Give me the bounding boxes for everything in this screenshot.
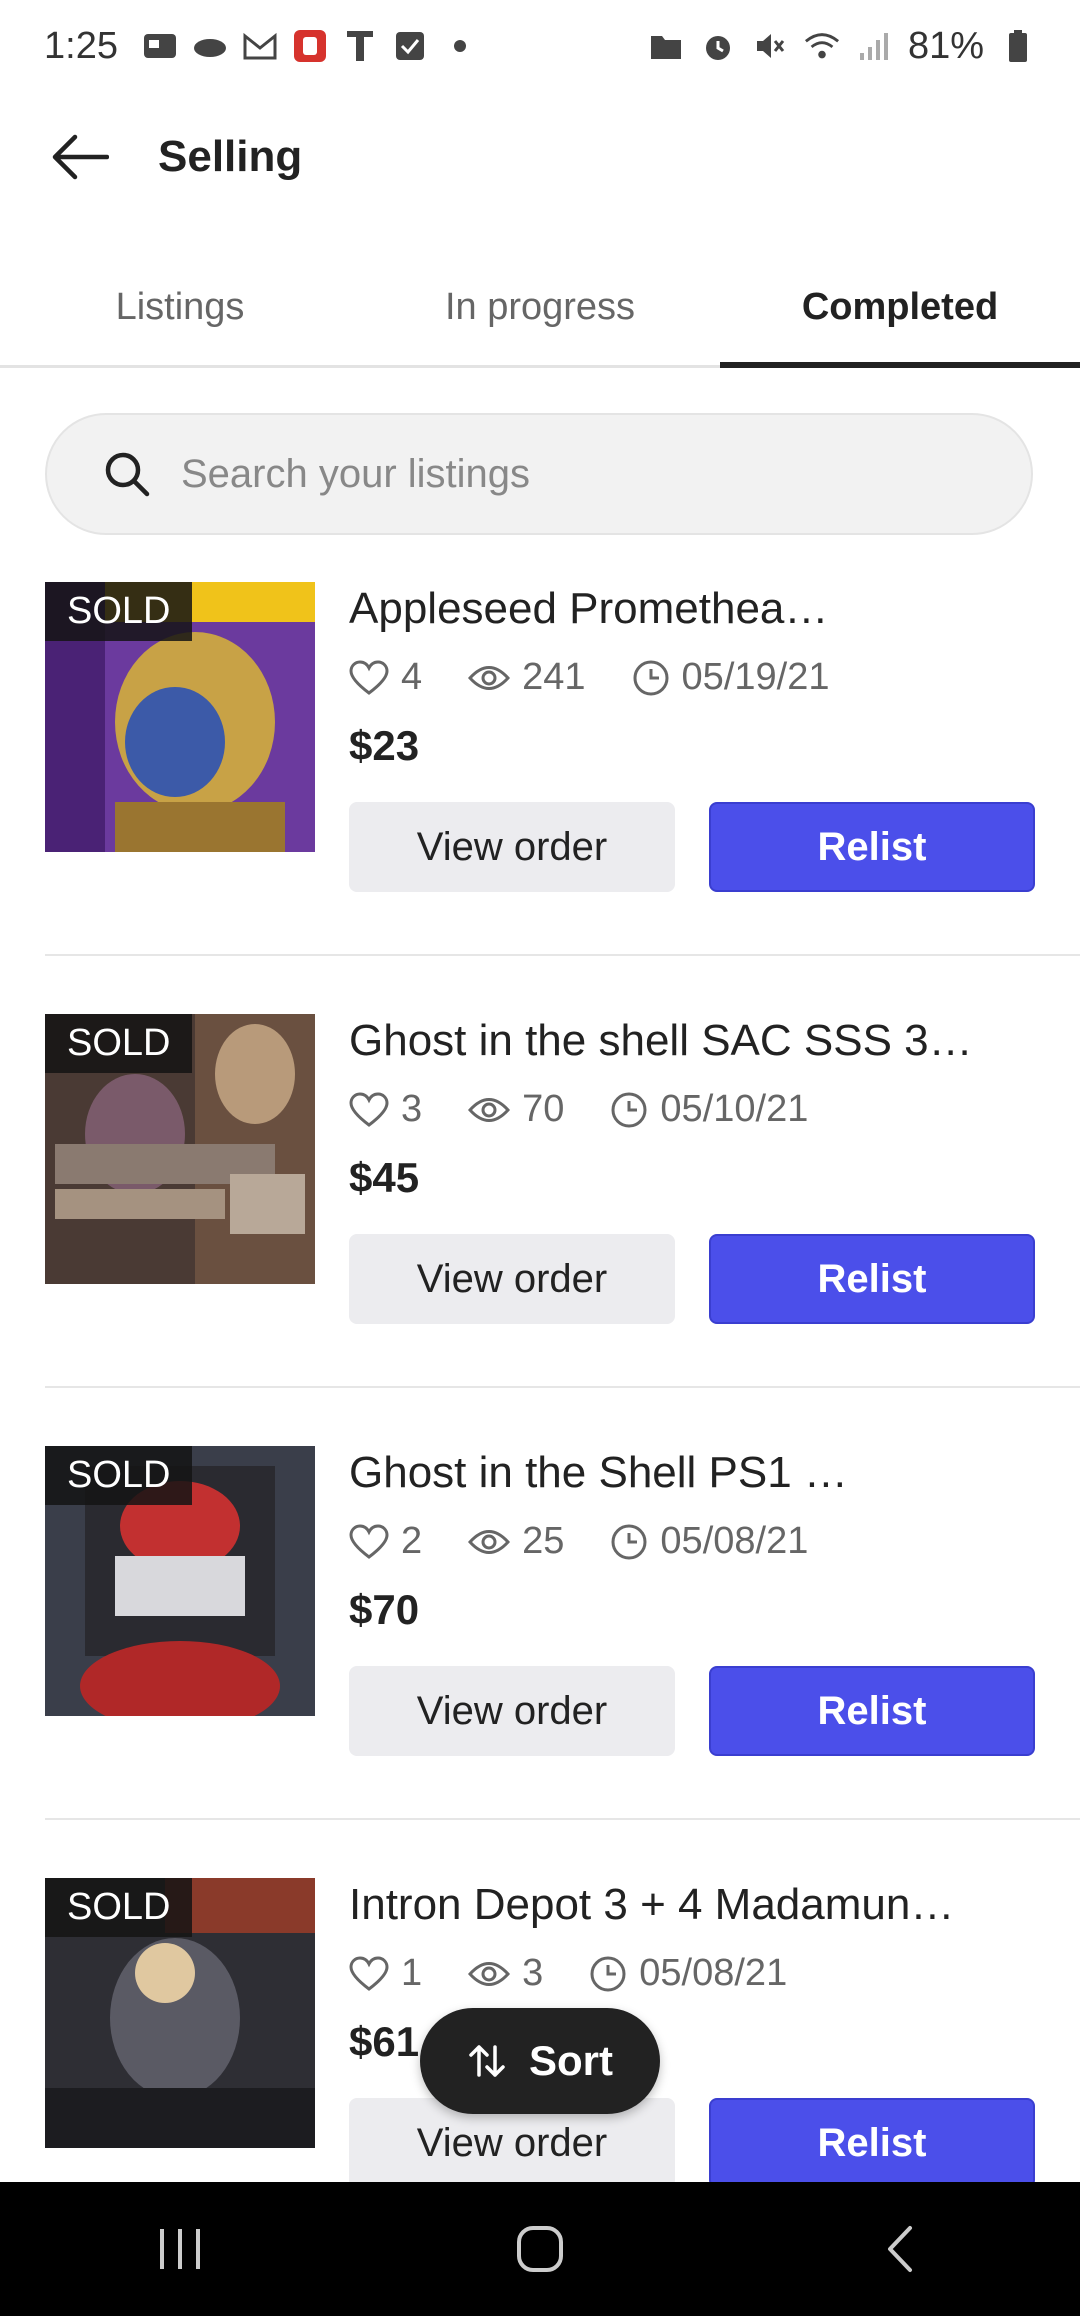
- search-icon: [105, 452, 150, 497]
- listing-date: 05/08/21: [660, 1520, 809, 1562]
- listing-price: $61: [349, 2018, 420, 2065]
- sort-button[interactable]: Sort: [420, 2008, 660, 2114]
- clock-icon: [611, 1092, 647, 1127]
- search-input[interactable]: [181, 451, 941, 497]
- tab-listings[interactable]: Listings: [0, 250, 360, 365]
- mute-icon: [752, 28, 788, 64]
- divider: [45, 1386, 1080, 1388]
- relist-button[interactable]: Relist: [709, 2098, 1035, 2182]
- views-count: 25: [522, 1520, 565, 1562]
- listing-stats: 4 241 05/19/21: [349, 656, 829, 699]
- divider: [45, 1818, 1080, 1820]
- likes-count: 2: [401, 1520, 423, 1562]
- listing-item[interactable]: SOLD Ghost in the Shell PS1 … 2 25 05/08…: [45, 1446, 1080, 1878]
- battery-icon: [1000, 28, 1036, 64]
- heart-icon: [349, 659, 389, 695]
- heart-icon: [349, 1523, 389, 1559]
- views-count: 70: [522, 1088, 565, 1130]
- checkbox-icon: [392, 28, 428, 64]
- sort-arrows-icon: [469, 2045, 505, 2077]
- listing-thumbnail[interactable]: SOLD: [45, 1446, 315, 1716]
- relist-button[interactable]: Relist: [709, 1666, 1035, 1756]
- tmobile-icon: [342, 28, 378, 64]
- listing-thumbnail[interactable]: SOLD: [45, 582, 315, 852]
- sold-badge: SOLD: [45, 1014, 193, 1073]
- listing-date: 05/19/21: [681, 656, 830, 698]
- cloud-icon: [192, 28, 228, 64]
- search-bar[interactable]: [45, 413, 1033, 535]
- views-count: 3: [522, 1952, 544, 1994]
- listing-date: 05/10/21: [660, 1088, 809, 1130]
- listing-stats: 2 25 05/08/21: [349, 1520, 808, 1563]
- likes-count: 1: [401, 1952, 423, 1994]
- listing-stats: 1 3 05/08/21: [349, 1952, 787, 1995]
- recent-apps-icon: [160, 2229, 200, 2269]
- sort-label: Sort: [529, 2037, 613, 2084]
- chevron-left-icon: [888, 2226, 912, 2272]
- home-icon: [517, 2226, 563, 2272]
- sold-badge: SOLD: [45, 1878, 193, 1937]
- gmail-icon: [242, 28, 278, 64]
- system-nav-bar: [0, 2182, 1080, 2316]
- home-button[interactable]: [480, 2199, 600, 2299]
- views-count: 241: [522, 656, 586, 698]
- eye-icon: [468, 665, 511, 690]
- app-red-icon: [292, 28, 328, 64]
- relist-button[interactable]: Relist: [709, 802, 1035, 892]
- view-order-button[interactable]: View order: [349, 802, 675, 892]
- listing-date: 05/08/21: [639, 1952, 788, 1994]
- relist-button[interactable]: Relist: [709, 1234, 1035, 1324]
- signal-icon: [856, 28, 892, 64]
- status-bar: 1:25 81%: [0, 0, 1080, 92]
- listing-title[interactable]: Ghost in the Shell PS1 …: [349, 1448, 999, 1498]
- recent-apps-button[interactable]: [120, 2199, 240, 2299]
- likes-count: 3: [401, 1088, 423, 1130]
- eye-icon: [468, 1961, 511, 1986]
- heart-icon: [349, 1955, 389, 1991]
- alarm-icon: [700, 28, 736, 64]
- listing-title[interactable]: Intron Depot 3 + 4 Madamun…: [349, 1880, 999, 1930]
- tab-bar: Listings In progress Completed: [0, 250, 1080, 368]
- listing-stats: 3 70 05/10/21: [349, 1088, 808, 1131]
- clock-icon: [611, 1524, 647, 1559]
- dot-icon: [442, 28, 478, 64]
- battery-percent: 81%: [907, 24, 984, 67]
- listing-price: $23: [349, 722, 420, 769]
- wifi-icon: [804, 28, 840, 64]
- listing-price: $45: [349, 1154, 420, 1201]
- listing-price: $70: [349, 1586, 420, 1633]
- listing-thumbnail[interactable]: SOLD: [45, 1014, 315, 1284]
- view-order-button[interactable]: View order: [349, 1666, 675, 1756]
- likes-count: 4: [401, 656, 423, 698]
- back-button[interactable]: [40, 117, 120, 197]
- listing-title[interactable]: Ghost in the shell SAC SSS 3…: [349, 1016, 999, 1066]
- listing-item[interactable]: SOLD Ghost in the shell SAC SSS 3… 3 70 …: [45, 1014, 1080, 1446]
- divider: [45, 954, 1080, 956]
- back-arrow-icon: [52, 134, 109, 180]
- clock-icon: [590, 1956, 626, 1991]
- page-title: Selling: [158, 132, 303, 181]
- tab-completed[interactable]: Completed: [720, 250, 1080, 368]
- app-header: Selling: [0, 92, 1080, 222]
- notification-app-icon: [142, 28, 178, 64]
- eye-icon: [468, 1097, 511, 1122]
- status-time: 1:25: [44, 24, 118, 67]
- listing-title[interactable]: Appleseed Promethea…: [349, 584, 999, 634]
- tab-in-progress[interactable]: In progress: [360, 250, 720, 365]
- folder-icon: [648, 28, 684, 64]
- sold-badge: SOLD: [45, 582, 193, 641]
- listing-item[interactable]: SOLD Appleseed Promethea… 4 241 05/19/21…: [45, 582, 1080, 1014]
- view-order-button[interactable]: View order: [349, 1234, 675, 1324]
- eye-icon: [468, 1529, 511, 1554]
- clock-icon: [633, 660, 669, 695]
- system-back-button[interactable]: [840, 2199, 960, 2299]
- listing-thumbnail[interactable]: SOLD: [45, 1878, 315, 2148]
- sold-badge: SOLD: [45, 1446, 193, 1505]
- heart-icon: [349, 1091, 389, 1127]
